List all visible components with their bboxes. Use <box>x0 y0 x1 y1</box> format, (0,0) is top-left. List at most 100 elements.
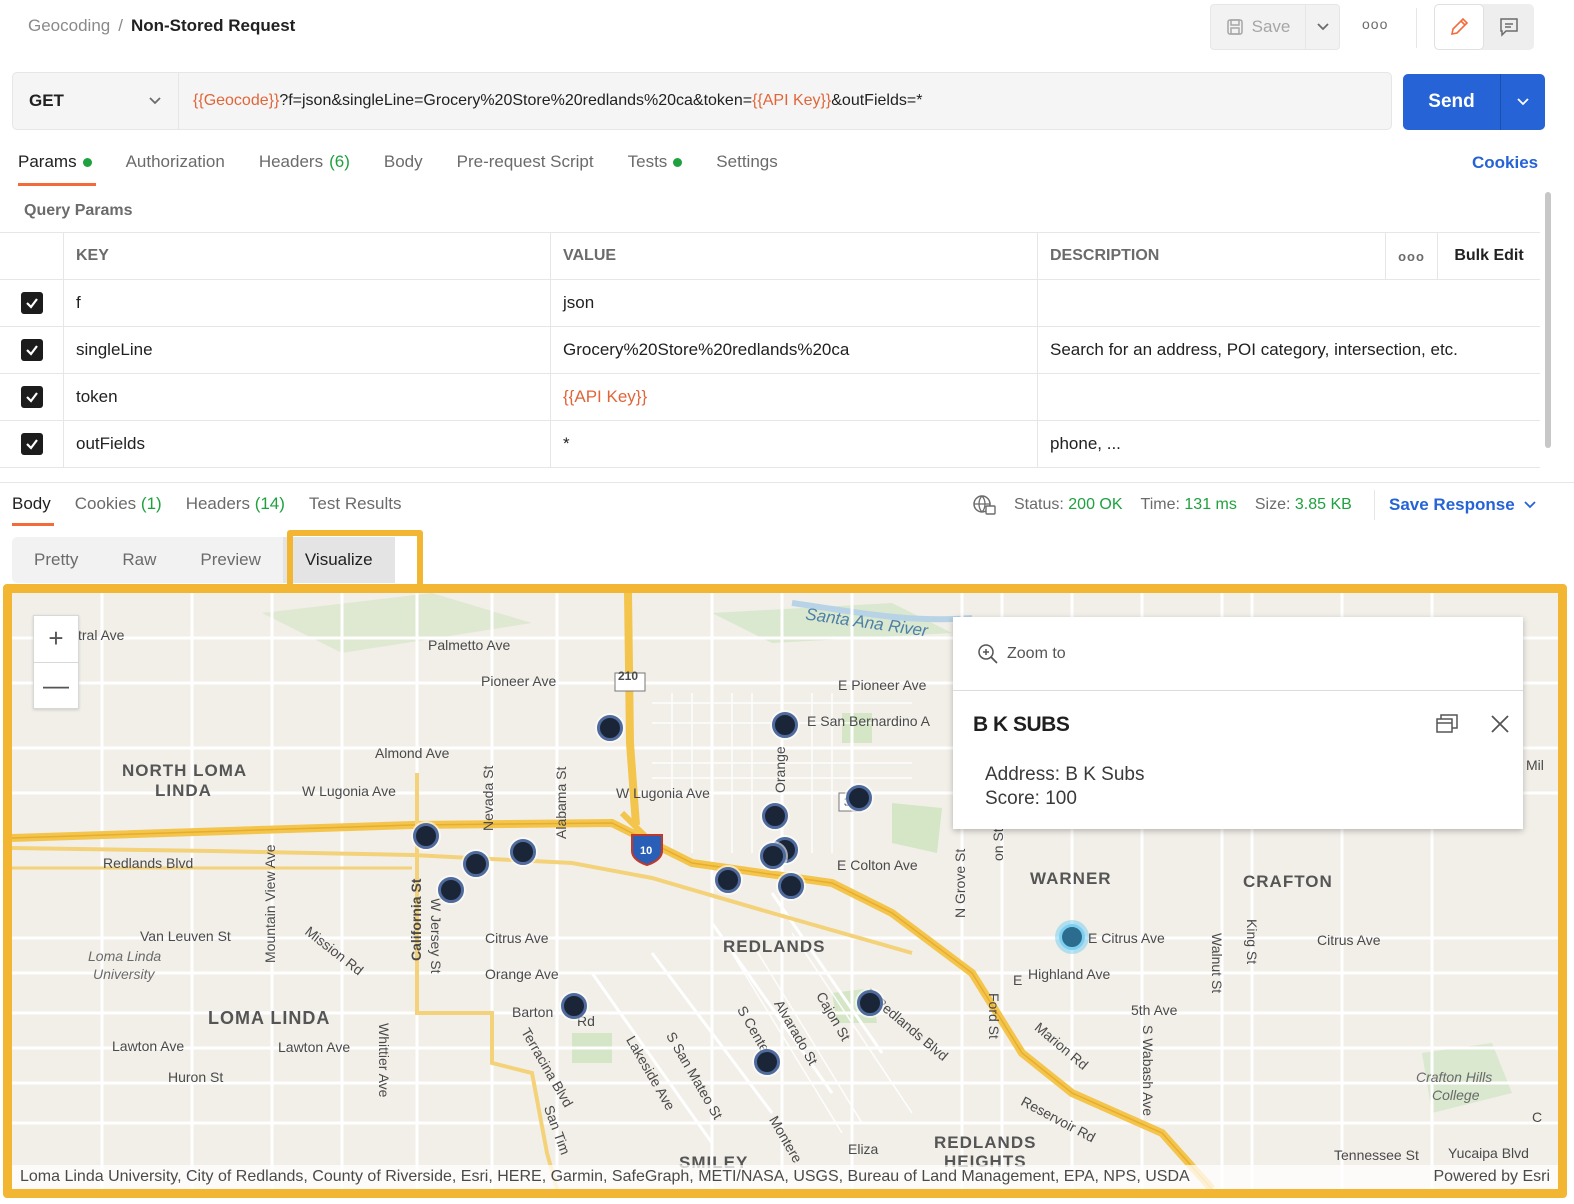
result-marker[interactable] <box>754 1049 780 1075</box>
result-marker[interactable] <box>772 712 798 738</box>
params-scrollbar[interactable] <box>1545 192 1551 448</box>
zoom-to-button[interactable]: Zoom to <box>953 617 1523 691</box>
attribution-text[interactable]: Loma Linda University, City of Redlands,… <box>20 1168 1190 1186</box>
param-value[interactable]: Grocery%20Store%20redlands%20ca <box>551 327 1038 373</box>
url-input[interactable]: {{Geocode}} ?f=json&singleLine=Grocery%2… <box>179 73 922 129</box>
result-marker[interactable] <box>597 715 623 741</box>
tab-label: Tests <box>627 152 668 171</box>
tab-authorization[interactable]: Authorization <box>126 152 225 186</box>
result-marker[interactable] <box>438 877 464 903</box>
powered-by-esri[interactable]: Powered by Esri <box>1434 1168 1551 1186</box>
zoom-in-button[interactable]: + <box>34 616 78 662</box>
map-label: E Pioneer Ave <box>838 677 927 693</box>
tab-params[interactable]: Params <box>18 152 96 186</box>
save-button[interactable]: Save <box>1210 4 1306 50</box>
send-button[interactable]: Send <box>1403 74 1501 130</box>
enabled-checkbox[interactable] <box>20 433 43 455</box>
param-value[interactable]: * <box>551 421 1038 467</box>
visualizer-map[interactable]: Santa Ana River tral Ave Palmetto Ave Pi… <box>3 584 1567 1198</box>
tab-response-cookies[interactable]: Cookies (1) <box>75 494 162 526</box>
method-select[interactable]: GET <box>13 73 179 129</box>
tab-count: (1) <box>140 494 162 513</box>
more-actions-button[interactable]: ooo <box>1362 16 1388 32</box>
result-marker[interactable] <box>857 990 883 1016</box>
map-label: Pioneer Ave <box>481 673 557 689</box>
popup-actions <box>1435 713 1511 735</box>
enabled-checkbox[interactable] <box>20 292 43 314</box>
time-text[interactable]: Time: 131 ms <box>1141 496 1237 514</box>
enabled-checkbox[interactable] <box>20 339 43 361</box>
row-checkbox-cell <box>0 327 64 373</box>
result-marker[interactable] <box>715 867 741 893</box>
bulk-edit-button[interactable]: Bulk Edit <box>1438 233 1540 279</box>
tab-settings[interactable]: Settings <box>716 152 777 186</box>
row-checkbox-cell <box>0 374 64 420</box>
status-text[interactable]: Status: 200 OK <box>1014 496 1123 514</box>
enabled-checkbox[interactable] <box>20 386 43 408</box>
globe-lock-icon[interactable] <box>972 494 996 516</box>
tab-pre-request-script[interactable]: Pre-request Script <box>457 152 594 186</box>
tab-preview[interactable]: Preview <box>178 537 282 583</box>
response-divider[interactable] <box>0 482 1574 483</box>
param-key[interactable]: outFields <box>64 421 551 467</box>
map-label: E Citrus Ave <box>1088 930 1165 946</box>
result-marker[interactable] <box>778 873 804 899</box>
result-marker[interactable] <box>463 851 489 877</box>
result-marker[interactable] <box>760 843 786 869</box>
edit-mode-button[interactable] <box>1434 4 1484 50</box>
save-response-button[interactable]: Save Response <box>1374 490 1537 520</box>
tab-tests[interactable]: Tests <box>628 152 683 186</box>
map-label: Whittier Ave <box>376 1023 392 1098</box>
checkmark-icon <box>25 439 38 450</box>
popup-address: Address: B K Subs <box>985 764 1145 785</box>
tab-response-headers[interactable]: Headers (14) <box>186 494 285 526</box>
zoom-control: + — <box>33 615 79 709</box>
checkmark-icon <box>25 298 38 309</box>
breadcrumb-collection[interactable]: Geocoding <box>28 16 110 36</box>
tab-test-results[interactable]: Test Results <box>309 494 402 526</box>
request-name[interactable]: Non-Stored Request <box>131 16 295 36</box>
chevron-down-icon <box>1524 501 1536 509</box>
param-key[interactable]: singleLine <box>64 327 551 373</box>
map-label: Crafton Hills <box>1416 1069 1493 1085</box>
tab-raw[interactable]: Raw <box>100 537 178 583</box>
param-description[interactable] <box>1038 374 1540 420</box>
map-label: REDLANDS <box>723 937 826 956</box>
result-marker[interactable] <box>762 803 788 829</box>
param-value[interactable]: json <box>551 280 1038 326</box>
param-description[interactable] <box>1038 280 1540 326</box>
send-options-button[interactable] <box>1501 74 1545 130</box>
tab-body[interactable]: Body <box>384 152 423 186</box>
cookies-link[interactable]: Cookies <box>1472 153 1538 173</box>
selected-result-marker[interactable] <box>1059 924 1085 950</box>
dock-icon[interactable] <box>1435 713 1459 735</box>
table-row: f json <box>0 280 1540 327</box>
tab-pretty[interactable]: Pretty <box>12 537 100 583</box>
column-options-button[interactable]: ooo <box>1386 233 1438 279</box>
tab-label: Test Results <box>308 494 402 513</box>
feature-popup: Zoom to B K SUBS Address: B K Subs Score… <box>953 617 1523 829</box>
param-key[interactable]: f <box>64 280 551 326</box>
map-label: tral Ave <box>78 627 125 643</box>
zoom-out-button[interactable]: — <box>34 661 78 708</box>
size-text[interactable]: Size: 3.85 KB <box>1255 496 1352 514</box>
tab-headers[interactable]: Headers (6) <box>259 152 350 186</box>
close-icon[interactable] <box>1489 713 1511 735</box>
map-label: on St <box>990 828 1006 861</box>
map-label: Yucaipa Blvd <box>1448 1145 1529 1161</box>
param-description[interactable]: Search for an address, POI category, int… <box>1038 327 1540 373</box>
result-marker[interactable] <box>510 839 536 865</box>
status-value: 200 OK <box>1068 496 1123 513</box>
time-value: 131 ms <box>1184 496 1237 513</box>
param-description[interactable]: phone, ... <box>1038 421 1540 467</box>
param-key[interactable]: token <box>64 374 551 420</box>
tab-response-body[interactable]: Body <box>12 494 54 526</box>
result-marker[interactable] <box>846 785 872 811</box>
param-value[interactable]: {{API Key}} <box>551 374 1038 420</box>
comments-button[interactable] <box>1484 4 1534 50</box>
save-options-button[interactable] <box>1306 4 1340 50</box>
result-marker[interactable] <box>561 993 587 1019</box>
header-checkbox-cell <box>0 233 64 279</box>
result-marker[interactable] <box>413 823 439 849</box>
popup-content: Address: B K Subs Score: 100 <box>985 763 1144 811</box>
